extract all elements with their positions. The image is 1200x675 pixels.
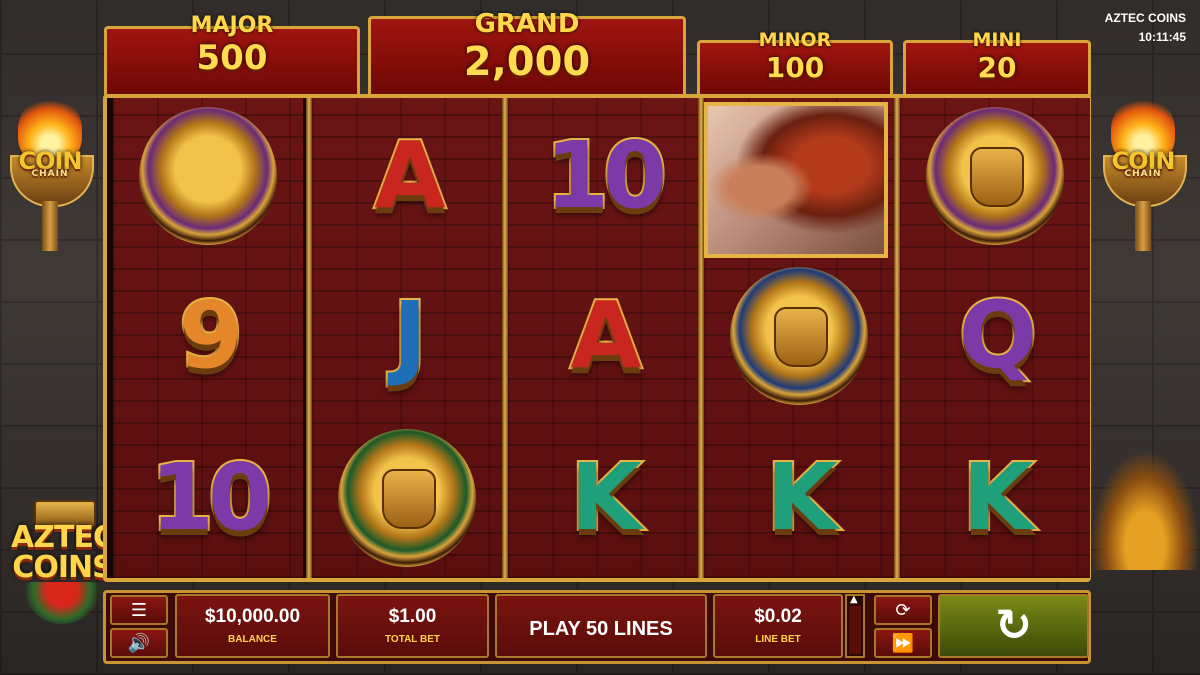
jaguar-warrior-medal-icon [338, 429, 476, 567]
king-symbol: K [528, 428, 678, 568]
ace-symbol: A [332, 106, 482, 246]
symbol-letter: K [960, 444, 1035, 551]
symbol-letter: 9 [177, 282, 245, 389]
reel-2: A J [312, 98, 502, 578]
jackpot-value: 2,000 [463, 39, 591, 85]
spin-icon: ↻ [995, 600, 1032, 651]
reel-5: Q K [900, 98, 1090, 578]
mask-medal-icon [730, 267, 868, 405]
total-bet-label: TOTAL BET [385, 634, 440, 645]
jackpot-mini: MINI 20 [903, 29, 1091, 98]
symbol-letter: J [391, 282, 429, 389]
right-torch: COIN CHAIN [1093, 95, 1193, 255]
balance-label: BALANCE [228, 634, 277, 645]
total-bet-display[interactable]: $1.00 TOTAL BET [336, 594, 489, 658]
reel-frame: 9 10 A J 10 A K K Q K [103, 94, 1091, 582]
ten-symbol: 10 [133, 428, 283, 568]
symbol-letter: 10 [148, 444, 274, 551]
symbol-letter: A [372, 122, 447, 229]
play-lines-button[interactable]: PLAY 50 LINES [495, 594, 707, 658]
jackpot-value: 100 [765, 51, 825, 84]
jackpot-major: MAJOR 500 [104, 13, 360, 98]
mask-medal-symbol [724, 266, 874, 406]
game-title: AZTEC COINS [1104, 11, 1186, 25]
spin-button[interactable]: ↻ [938, 594, 1089, 658]
ten-symbol: 10 [528, 106, 678, 246]
jackpot-value: 500 [196, 38, 268, 78]
nine-symbol: 9 [133, 266, 283, 406]
reel-3: 10 A K [508, 98, 698, 578]
sound-button[interactable]: 🔊 [110, 628, 168, 658]
jackpot-name: GRAND [474, 9, 580, 39]
torch-stem [1135, 201, 1151, 251]
idol-face [970, 147, 1024, 207]
coin-chain-badge: COIN CHAIN [18, 147, 82, 179]
autoplay-button[interactable]: ⟳ [874, 595, 932, 625]
mask-face [774, 307, 828, 367]
symbol-letter: K [568, 444, 643, 551]
gold-treasure-pile [1090, 450, 1200, 570]
symbol-letter: K [764, 444, 839, 551]
line-bet-value: $0.02 [754, 606, 802, 627]
idol-medal-icon [926, 107, 1064, 245]
king-symbol: K [724, 428, 874, 568]
left-torch: COIN CHAIN [0, 95, 100, 255]
line-bet-display[interactable]: $0.02 LINE BET [713, 594, 843, 658]
jackpot-name: MAJOR [190, 13, 274, 38]
autoplay-icon: ⟳ [895, 599, 911, 621]
jackpot-value: 20 [977, 51, 1017, 84]
symbol-letter: A [568, 282, 643, 389]
fast-play-button[interactable]: ⏩ [874, 628, 932, 658]
ace-symbol: A [528, 266, 678, 406]
aztec-chief-portrait-symbol [704, 102, 888, 258]
up-arrow-icon[interactable]: ▲ [850, 594, 858, 605]
line-bet-scroller[interactable]: ▲ [845, 594, 865, 658]
jackpot-name: MINOR [758, 29, 832, 51]
torch-stem [42, 201, 58, 251]
jackpot-minor: MINOR 100 [697, 29, 893, 98]
fast-forward-icon: ⏩ [891, 632, 915, 654]
scroll-thumb[interactable] [849, 606, 861, 654]
jaguar-warrior-symbol [332, 428, 482, 568]
idol-face [382, 469, 436, 529]
queen-symbol: Q [920, 266, 1070, 406]
clock: 10:11:45 [1138, 30, 1186, 44]
jackpot-grand: GRAND 2,000 [368, 9, 686, 98]
symbol-letter: 10 [543, 122, 669, 229]
eagle-medal-icon [139, 107, 277, 245]
idol-medal-symbol [920, 106, 1070, 246]
eagle-medal-symbol [133, 106, 283, 246]
balance-value: $10,000.00 [204, 606, 301, 627]
jackpot-name: MINI [972, 29, 1022, 51]
balance-display: $10,000.00 BALANCE [175, 594, 330, 658]
coin-chain-badge: COIN CHAIN [1111, 147, 1175, 179]
symbol-letter: Q [957, 282, 1039, 389]
total-bet-value: $1.00 [388, 606, 437, 627]
reel-1: 9 10 [113, 98, 303, 578]
menu-button[interactable]: ☰ [110, 595, 168, 625]
speaker-icon: 🔊 [127, 632, 151, 654]
king-symbol: K [920, 428, 1070, 568]
menu-icon: ☰ [130, 599, 148, 621]
jack-symbol: J [332, 266, 482, 406]
play-lines-label: PLAY 50 LINES [529, 618, 673, 640]
line-bet-label: LINE BET [755, 634, 801, 645]
logo-leaves [22, 582, 102, 624]
